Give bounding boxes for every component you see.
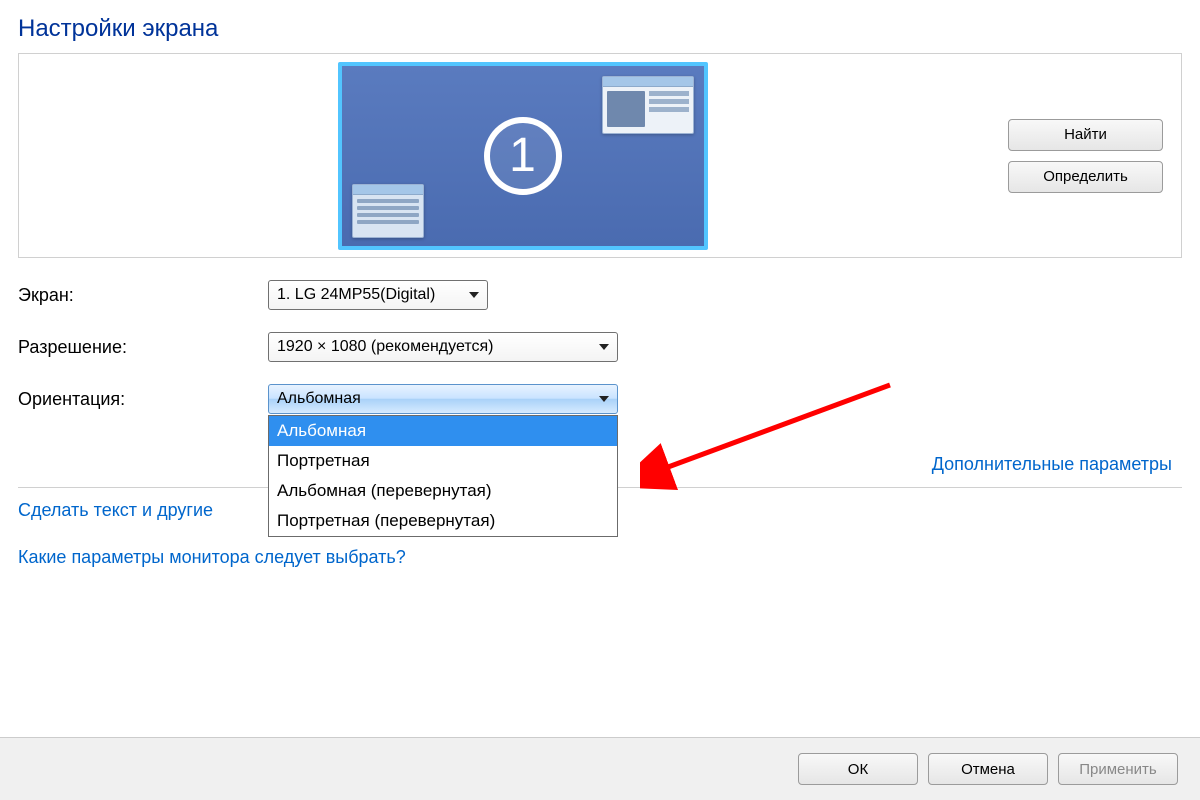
orientation-option[interactable]: Альбомная xyxy=(269,416,617,446)
row-orientation: Ориентация: Альбомная Альбомная Портретн… xyxy=(18,384,1182,414)
monitor-preview-area[interactable]: 1 xyxy=(37,54,1008,257)
row-resolution: Разрешение: 1920 × 1080 (рекомендуется) xyxy=(18,332,1182,362)
text-size-link[interactable]: Сделать текст и другие xyxy=(18,500,213,520)
apply-button[interactable]: Применить xyxy=(1058,753,1178,785)
orientation-dropdown[interactable]: Альбомная Альбомная Портретная Альбомная… xyxy=(268,384,618,414)
chevron-down-icon xyxy=(599,344,609,350)
resolution-value: 1920 × 1080 (рекомендуется) xyxy=(277,338,493,356)
dialog-button-bar: ОК Отмена Применить xyxy=(0,738,1200,800)
detect-button[interactable]: Найти xyxy=(1008,119,1163,151)
cancel-button[interactable]: Отмена xyxy=(928,753,1048,785)
orientation-option[interactable]: Альбомная (перевернутая) xyxy=(269,476,617,506)
side-buttons: Найти Определить xyxy=(1008,119,1163,193)
monitor-preview-panel: 1 Найти Определить xyxy=(18,53,1182,258)
orientation-option[interactable]: Портретная xyxy=(269,446,617,476)
resolution-dropdown[interactable]: 1920 × 1080 (рекомендуется) xyxy=(268,332,618,362)
identify-button[interactable]: Определить xyxy=(1008,161,1163,193)
preview-window-icon xyxy=(602,76,694,134)
orientation-value: Альбомная xyxy=(277,390,361,408)
page-title: Настройки экрана xyxy=(0,0,1200,53)
label-display: Экран: xyxy=(18,285,268,306)
orientation-option[interactable]: Портретная (перевернутая) xyxy=(269,506,617,536)
ok-button[interactable]: ОК xyxy=(798,753,918,785)
advanced-settings-link[interactable]: Дополнительные параметры xyxy=(932,454,1172,474)
label-resolution: Разрешение: xyxy=(18,337,268,358)
chevron-down-icon xyxy=(469,292,479,298)
row-display: Экран: 1. LG 24MP55(Digital) xyxy=(18,280,1182,310)
which-settings-link[interactable]: Какие параметры монитора следует выбрать… xyxy=(18,547,406,567)
orientation-popup: Альбомная Портретная Альбомная (переверн… xyxy=(268,415,618,537)
link-row-help: Какие параметры монитора следует выбрать… xyxy=(0,547,1200,568)
display-value: 1. LG 24MP55(Digital) xyxy=(277,286,435,304)
chevron-down-icon xyxy=(599,396,609,402)
monitor-number: 1 xyxy=(484,117,562,195)
monitor-1[interactable]: 1 xyxy=(338,62,708,250)
preview-list-icon xyxy=(352,184,424,238)
display-dropdown[interactable]: 1. LG 24MP55(Digital) xyxy=(268,280,488,310)
settings-form: Экран: 1. LG 24MP55(Digital) Разрешение:… xyxy=(0,258,1200,414)
label-orientation: Ориентация: xyxy=(18,389,268,410)
